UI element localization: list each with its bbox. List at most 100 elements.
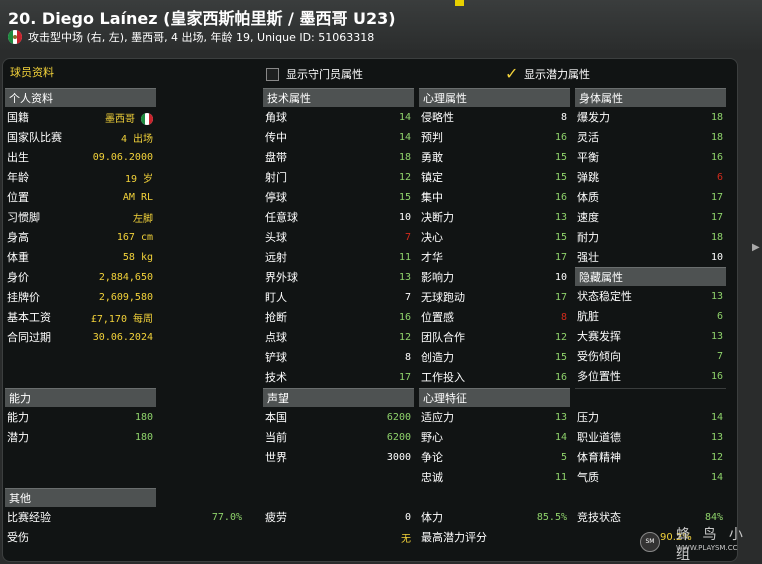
technical-value-text: 7 bbox=[404, 231, 411, 243]
personal-label: 位置 bbox=[7, 191, 29, 204]
personal-row: 习惯脚 左脚 bbox=[5, 207, 156, 227]
mental-row: 工作投入 16 bbox=[419, 367, 570, 387]
physical-value-text: 17 bbox=[710, 211, 723, 223]
technical-row: 射门 12 bbox=[263, 167, 414, 187]
mental-label: 预判 bbox=[421, 131, 443, 144]
technical-row: 技术 17 bbox=[263, 367, 414, 387]
personal-value: 19 岁 bbox=[125, 170, 153, 185]
technical-value: 18 bbox=[399, 152, 411, 163]
personal-value-text: 4 出场 bbox=[120, 133, 153, 145]
physical-value-text: 18 bbox=[710, 231, 723, 243]
personal-row: 位置 AM RL bbox=[5, 187, 156, 207]
mental-row: 才华 17 bbox=[419, 247, 570, 267]
gk-checkbox[interactable] bbox=[266, 67, 279, 81]
mental-section: 心理属性 侵略性 8 预判 16 勇敢 15 镇定 15 集中 16 决断力 13 决心 15 才华 17 影响… bbox=[419, 88, 570, 387]
technical-row: 传中 14 bbox=[263, 127, 414, 147]
technical-value-text: 12 bbox=[398, 171, 411, 183]
technical-value-text: 14 bbox=[398, 111, 411, 123]
physical-label: 速度 bbox=[577, 211, 599, 224]
injury-value: 无 bbox=[401, 533, 411, 545]
personal-row: 挂牌价 2,609,580 bbox=[5, 287, 156, 307]
personality-right-row: 气质 14 bbox=[575, 467, 726, 487]
fatigue-value: 0 bbox=[404, 511, 411, 523]
mental-label: 无球跑动 bbox=[421, 291, 465, 304]
mental-row: 团队合作 12 bbox=[419, 327, 570, 347]
hidden-row: 多位置性 16 bbox=[575, 366, 726, 386]
personality-right-section: 压力 14 职业道德 13 体育精神 12 气质 14 bbox=[575, 388, 726, 487]
technical-header: 技术属性 bbox=[263, 88, 414, 107]
mental-value-text: 8 bbox=[560, 311, 567, 323]
mental-value-text: 13 bbox=[554, 211, 567, 223]
physical-value-text: 18 bbox=[710, 131, 723, 143]
mental-row: 决心 15 bbox=[419, 227, 570, 247]
technical-value: 15 bbox=[399, 192, 411, 203]
ability-value-text: 180 bbox=[134, 431, 153, 443]
personal-header: 个人资料 bbox=[5, 88, 156, 107]
max-pa-label: 最高潜力评分 bbox=[421, 531, 487, 544]
personal-label: 身价 bbox=[7, 271, 29, 284]
condition-label: 竞技状态 bbox=[577, 511, 621, 524]
section-label: 球员资料 bbox=[10, 66, 54, 79]
hidden-value-text: 7 bbox=[716, 350, 723, 362]
ability-header: 能力 bbox=[5, 388, 156, 407]
mental-row: 无球跑动 17 bbox=[419, 287, 570, 307]
hidden-row: 状态稳定性 13 bbox=[575, 286, 726, 306]
technical-row: 抢断 16 bbox=[263, 307, 414, 327]
personal-value-text: 左脚 bbox=[133, 213, 153, 225]
hidden-value: 16 bbox=[711, 371, 723, 382]
mental-row: 创造力 15 bbox=[419, 347, 570, 367]
personal-section: 个人资料 国籍 墨西哥 国家队比赛 4 出场 出生 09.06.2000 年龄 19 岁位置 A… bbox=[5, 88, 156, 347]
mental-value: 17 bbox=[555, 292, 567, 303]
mental-label: 决心 bbox=[421, 231, 443, 244]
ability-label: 能力 bbox=[7, 411, 29, 424]
technical-value-text: 12 bbox=[398, 331, 411, 343]
personality-right-value: 13 bbox=[711, 432, 723, 443]
personal-value-text: 58 kg bbox=[122, 251, 153, 263]
physical-label: 弹跳 bbox=[577, 171, 599, 184]
ability-value: 180 bbox=[135, 412, 153, 423]
personal-value: 167 cm bbox=[117, 232, 153, 243]
mental-value-text: 16 bbox=[554, 131, 567, 143]
personal-row: 基本工资 £7,170 每周 bbox=[5, 307, 156, 327]
hidden-row: 肮脏 6 bbox=[575, 306, 726, 326]
technical-value-text: 11 bbox=[398, 251, 411, 263]
personal-row: 年龄 19 岁 bbox=[5, 167, 156, 187]
hidden-label: 受伤倾向 bbox=[577, 350, 621, 363]
potential-toggle[interactable]: 显示潜力属性 bbox=[505, 64, 590, 83]
personal-value-text: 19 岁 bbox=[124, 173, 153, 185]
hidden-value: 13 bbox=[711, 291, 723, 302]
physical-value: 16 bbox=[711, 152, 723, 163]
personality-label: 野心 bbox=[421, 431, 443, 444]
personal-value-text: 墨西哥 bbox=[105, 113, 135, 125]
personal-value: 2,609,580 bbox=[99, 292, 153, 303]
physical-label: 耐力 bbox=[577, 231, 599, 244]
mental-label: 侵略性 bbox=[421, 111, 454, 124]
other-col-1: 比赛经验 77.0% 受伤 bbox=[5, 507, 245, 547]
mental-value: 16 bbox=[555, 372, 567, 383]
hidden-value: 6 bbox=[717, 311, 723, 322]
hidden-row: 受伤倾向 7 bbox=[575, 346, 726, 366]
personality-right-label: 职业道德 bbox=[577, 431, 621, 444]
mental-value-text: 15 bbox=[554, 351, 567, 363]
technical-value-text: 13 bbox=[398, 271, 411, 283]
technical-value-text: 16 bbox=[398, 311, 411, 323]
personality-value-text: 5 bbox=[560, 451, 567, 463]
mental-value: 8 bbox=[561, 112, 567, 123]
mexico-flag-icon bbox=[8, 30, 22, 44]
technical-row: 界外球 13 bbox=[263, 267, 414, 287]
mental-row: 位置感 8 bbox=[419, 307, 570, 327]
mental-value-text: 16 bbox=[554, 191, 567, 203]
personal-value: 2,884,650 bbox=[99, 272, 153, 283]
scroll-right-icon[interactable]: ▶ bbox=[752, 242, 760, 253]
gk-toggle-label: 显示守门员属性 bbox=[286, 68, 363, 81]
technical-value: 17 bbox=[399, 372, 411, 383]
mental-value: 8 bbox=[561, 312, 567, 323]
physical-value-text: 16 bbox=[710, 151, 723, 163]
condition-value: 84% bbox=[704, 511, 723, 523]
reputation-label: 世界 bbox=[265, 451, 287, 464]
personality-value: 13 bbox=[555, 412, 567, 423]
potential-checkbox[interactable] bbox=[505, 64, 518, 83]
gk-toggle[interactable]: 显示守门员属性 bbox=[266, 66, 363, 82]
hidden-value-text: 16 bbox=[710, 370, 723, 382]
personal-label: 合同过期 bbox=[7, 331, 51, 344]
